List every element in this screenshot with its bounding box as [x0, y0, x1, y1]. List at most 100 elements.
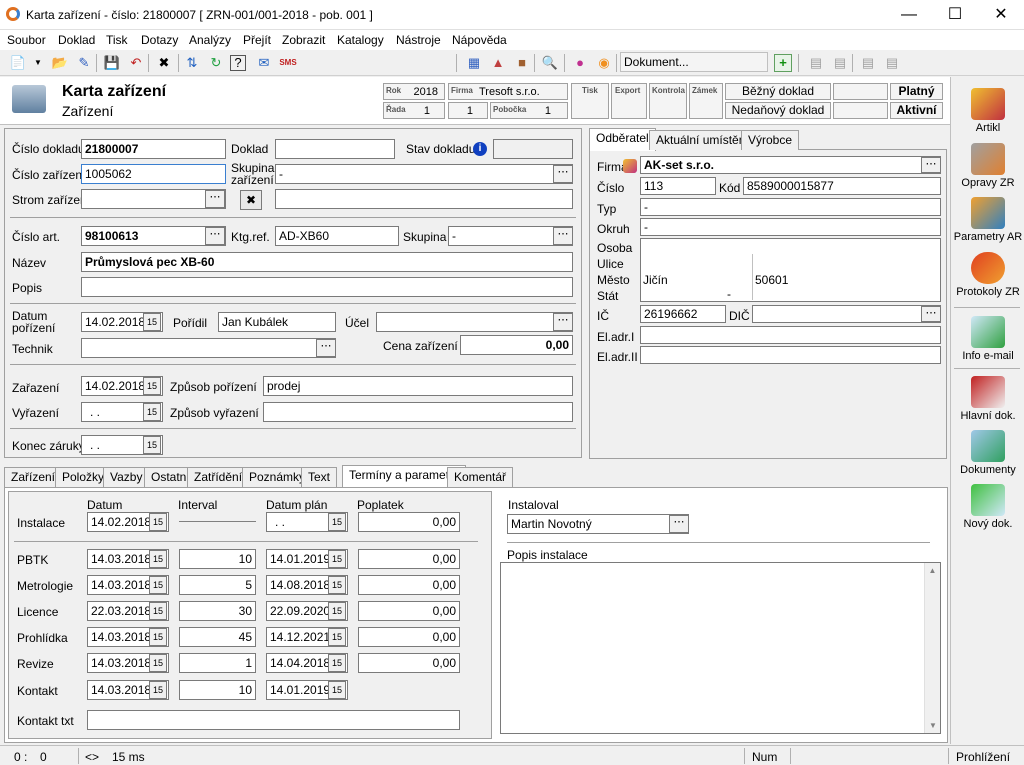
- purpose-field[interactable]: [376, 312, 573, 332]
- email2-field[interactable]: [640, 346, 941, 364]
- interval-field[interactable]: 10: [179, 680, 256, 700]
- device-tree-name-field[interactable]: [275, 189, 573, 209]
- interval-field[interactable]: 30: [179, 601, 256, 621]
- dropdown-arrow-icon[interactable]: ▼: [28, 53, 48, 73]
- type-field[interactable]: -: [640, 198, 941, 216]
- calendar-icon[interactable]: 15: [328, 602, 346, 620]
- sidebar-item-dokumenty[interactable]: Dokumenty: [952, 430, 1024, 476]
- device-group-lookup-button[interactable]: ⋯: [553, 165, 573, 183]
- sidebar-item-hlavni-dok[interactable]: Hlavní dok.: [952, 376, 1024, 422]
- fee-field[interactable]: 0,00: [358, 549, 460, 569]
- menu-nastroje[interactable]: Nástroje: [396, 33, 441, 47]
- sidebar-item-parametry-ar[interactable]: Parametry AR: [952, 197, 1024, 243]
- calendar-icon[interactable]: 15: [149, 550, 167, 568]
- menu-tisk[interactable]: Tisk: [106, 33, 128, 47]
- installed-by-lookup-button[interactable]: ⋯: [669, 515, 689, 533]
- save-icon[interactable]: 💾: [102, 53, 122, 73]
- installation-fee-field[interactable]: 0,00: [358, 512, 460, 532]
- boxes-icon[interactable]: ■: [512, 53, 532, 73]
- calendar-icon[interactable]: 15: [328, 576, 346, 594]
- calendar-icon[interactable]: 15: [149, 681, 167, 699]
- menu-doklad[interactable]: Doklad: [58, 33, 95, 47]
- acquisition-method-field[interactable]: prodej: [263, 376, 573, 396]
- menu-analyzy[interactable]: Analýzy: [189, 33, 231, 47]
- technician-field[interactable]: [81, 338, 336, 358]
- location-pin-icon[interactable]: ◉: [594, 53, 614, 73]
- calendar-icon[interactable]: 15: [328, 513, 346, 531]
- sms-icon[interactable]: SMS: [278, 53, 298, 73]
- fee-field[interactable]: 0,00: [358, 575, 460, 595]
- close-button[interactable]: ✕: [978, 0, 1024, 30]
- tab-vazby[interactable]: Vazby: [103, 467, 150, 487]
- device-tree-lookup-button[interactable]: ⋯: [205, 190, 225, 208]
- tab-aktualni-umisteni[interactable]: Aktuální umístění: [649, 130, 756, 150]
- doc-action2-icon[interactable]: ▤: [830, 53, 850, 73]
- calendar-icon[interactable]: 15: [143, 436, 161, 454]
- document-number-field[interactable]: 21800007: [81, 139, 226, 159]
- installation-description-field[interactable]: [500, 562, 941, 734]
- doc-action3-icon[interactable]: ▤: [858, 53, 878, 73]
- installed-by-field[interactable]: Martin Novotný: [507, 514, 689, 534]
- edit-icon[interactable]: ✎: [74, 53, 94, 73]
- dic-field[interactable]: [752, 305, 941, 323]
- users-icon[interactable]: ●: [570, 53, 590, 73]
- company-lookup-button[interactable]: ⋯: [921, 157, 941, 173]
- calendar-icon[interactable]: 15: [143, 377, 161, 395]
- menu-soubor[interactable]: Soubor: [7, 33, 46, 47]
- sidebar-item-opravy-zr[interactable]: Opravy ZR: [952, 143, 1024, 189]
- open-folder-icon[interactable]: 📂: [50, 53, 70, 73]
- name-field[interactable]: Průmyslová pec XB-60: [81, 252, 573, 272]
- menu-katalogy[interactable]: Katalogy: [337, 33, 384, 47]
- info-icon[interactable]: i: [473, 142, 487, 156]
- calendar-icon[interactable]: 15: [328, 550, 346, 568]
- menu-zobrazit[interactable]: Zobrazit: [282, 33, 325, 47]
- calendar-icon[interactable]: 15: [328, 654, 346, 672]
- fee-field[interactable]: 0,00: [358, 653, 460, 673]
- company-field[interactable]: AK-set s.r.o.: [640, 156, 941, 174]
- new-document-icon[interactable]: 📄: [8, 53, 28, 73]
- menu-napoveda[interactable]: Nápověda: [452, 33, 507, 47]
- doc-action1-icon[interactable]: ▤: [806, 53, 826, 73]
- interval-field[interactable]: 5: [179, 575, 256, 595]
- calendar-icon[interactable]: 15: [328, 628, 346, 646]
- customer-code-field[interactable]: 8589000015877: [743, 177, 941, 195]
- sidebar-item-info-email[interactable]: Info e-mail: [952, 316, 1024, 362]
- calendar-icon[interactable]: 15: [149, 628, 167, 646]
- doc-action4-icon[interactable]: ▤: [882, 53, 902, 73]
- tools-icon[interactable]: ✖: [240, 190, 262, 210]
- calendar-icon[interactable]: 15: [143, 403, 161, 421]
- tab-komentar[interactable]: Komentář: [447, 467, 514, 487]
- customer-number-field[interactable]: 113: [640, 177, 716, 195]
- article-lookup-button[interactable]: ⋯: [205, 227, 225, 245]
- doklad-field[interactable]: [275, 139, 395, 159]
- calendar-icon[interactable]: 15: [328, 681, 346, 699]
- calendar-icon[interactable]: 15: [149, 654, 167, 672]
- purpose-lookup-button[interactable]: ⋯: [553, 313, 573, 331]
- help-icon[interactable]: ?: [230, 55, 246, 71]
- undo-icon[interactable]: ↶: [126, 53, 146, 73]
- sidebar-item-novy-dok[interactable]: Nový dok.: [952, 484, 1024, 530]
- catalog-ref-field[interactable]: AD-XB60: [275, 226, 399, 246]
- calendar-icon[interactable]: 15: [143, 313, 161, 331]
- disposal-method-field[interactable]: [263, 402, 573, 422]
- tab-vyrobce[interactable]: Výrobce: [741, 130, 800, 150]
- area-field[interactable]: -: [640, 218, 941, 236]
- maximize-button[interactable]: ☐: [932, 0, 978, 30]
- address-block[interactable]: [640, 238, 941, 302]
- interval-field[interactable]: 45: [179, 627, 256, 647]
- created-by-field[interactable]: Jan Kubálek: [218, 312, 336, 332]
- refresh-icon[interactable]: ↻: [206, 53, 226, 73]
- document-search-icon[interactable]: 🔍: [540, 53, 560, 73]
- device-group-field[interactable]: -: [275, 164, 573, 184]
- interval-field[interactable]: 1: [179, 653, 256, 673]
- sidebar-item-artikl[interactable]: Artikl: [952, 88, 1024, 134]
- fee-field[interactable]: 0,00: [358, 627, 460, 647]
- interval-field[interactable]: 10: [179, 549, 256, 569]
- add-document-button[interactable]: +: [774, 54, 792, 72]
- fee-field[interactable]: 0,00: [358, 601, 460, 621]
- mail-icon[interactable]: ✉: [254, 53, 274, 73]
- contact-text-field[interactable]: [87, 710, 460, 730]
- sort-icon[interactable]: ⇅: [182, 53, 202, 73]
- delete-icon[interactable]: ✖: [154, 53, 174, 73]
- calendar-icon[interactable]: 15: [149, 576, 167, 594]
